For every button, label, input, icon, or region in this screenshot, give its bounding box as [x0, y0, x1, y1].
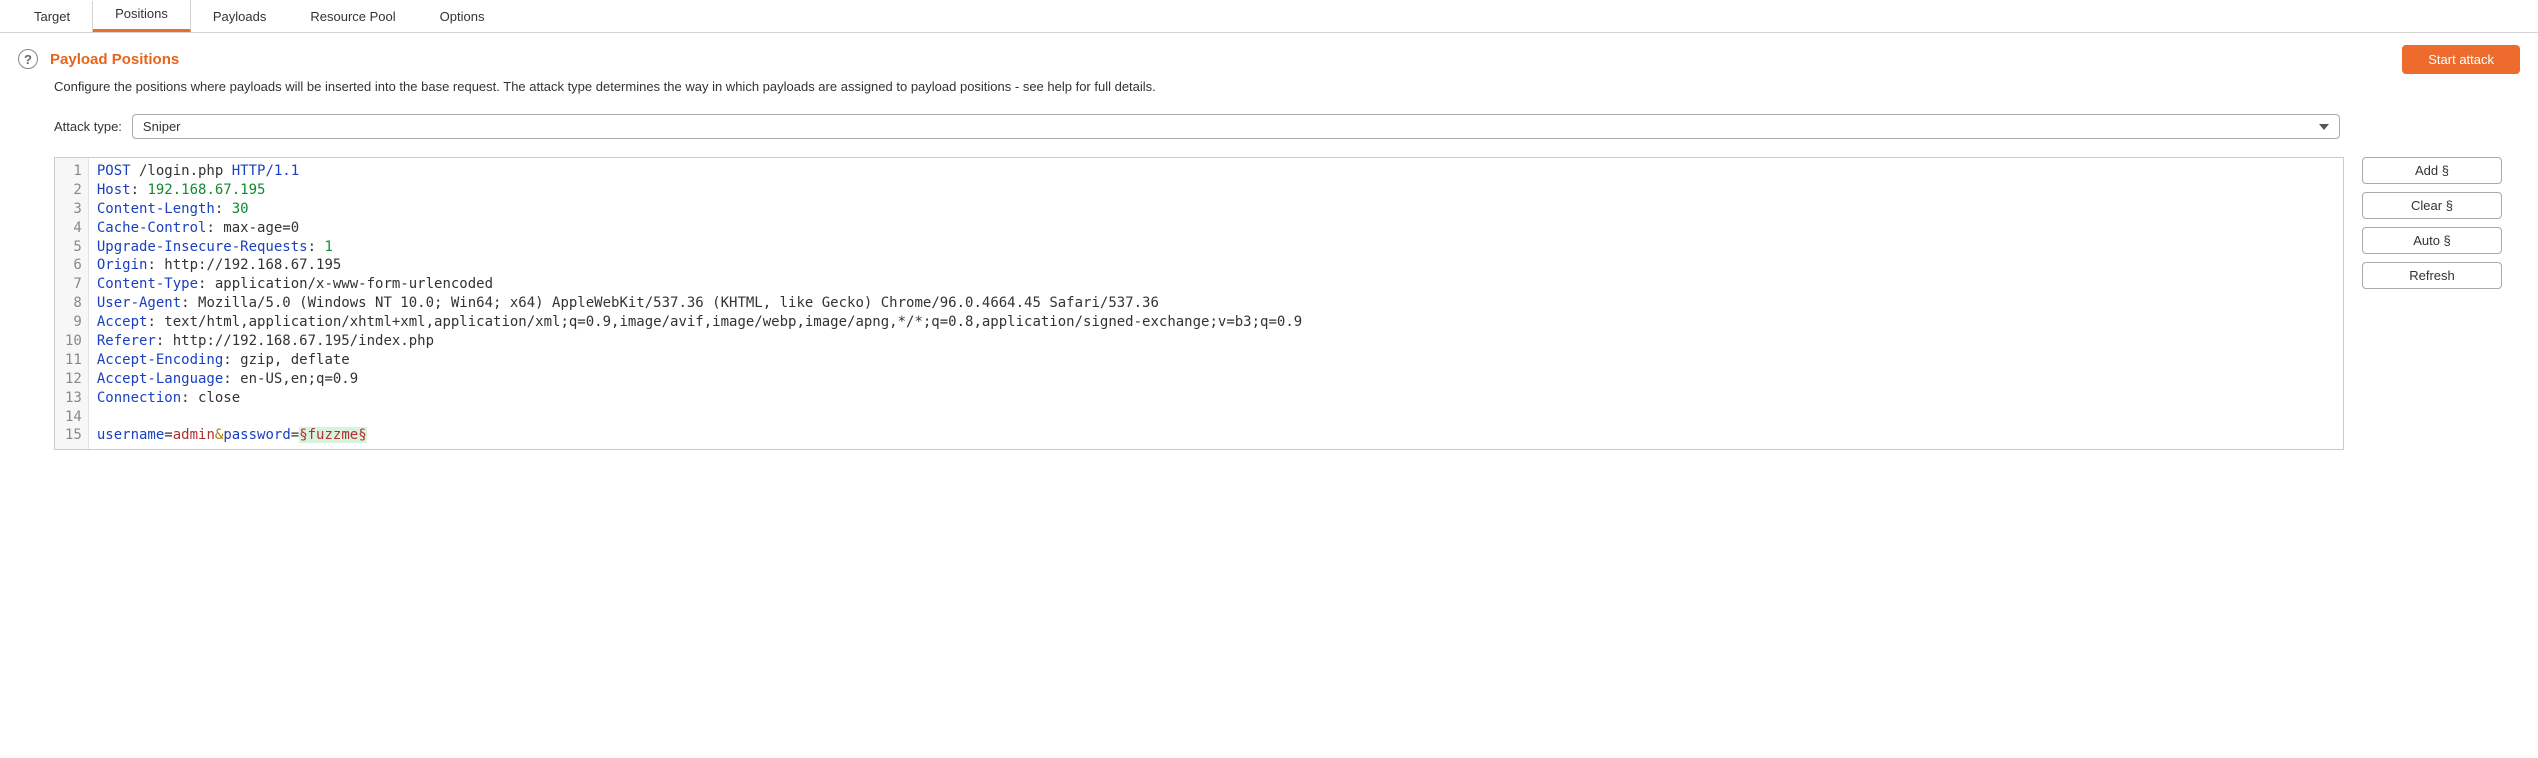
- line-gutter: 1 2 3 4 5 6 7 8 9 10 11 12 13 14 15: [55, 158, 89, 449]
- position-buttons: Add § Clear § Auto § Refresh: [2362, 157, 2502, 289]
- page-title: Payload Positions: [50, 51, 179, 68]
- auto-positions-button[interactable]: Auto §: [2362, 227, 2502, 254]
- help-icon[interactable]: ?: [18, 49, 38, 69]
- section-description: Configure the positions where payloads w…: [54, 79, 2520, 94]
- request-editor[interactable]: 1 2 3 4 5 6 7 8 9 10 11 12 13 14 15 POST…: [54, 157, 2344, 450]
- clear-positions-button[interactable]: Clear §: [2362, 192, 2502, 219]
- tab-resource-pool[interactable]: Resource Pool: [288, 1, 417, 32]
- refresh-button[interactable]: Refresh: [2362, 262, 2502, 289]
- chevron-down-icon: [2319, 124, 2329, 130]
- tab-target[interactable]: Target: [12, 1, 93, 32]
- tab-options[interactable]: Options: [418, 1, 507, 32]
- start-attack-button[interactable]: Start attack: [2402, 45, 2520, 74]
- attack-type-value: Sniper: [143, 119, 181, 134]
- attack-type-label: Attack type:: [54, 119, 122, 134]
- request-code[interactable]: POST /login.php HTTP/1.1 Host: 192.168.6…: [89, 158, 2343, 449]
- add-position-button[interactable]: Add §: [2362, 157, 2502, 184]
- payload-marker[interactable]: §fuzzme§: [299, 427, 366, 443]
- tab-positions[interactable]: Positions: [93, 0, 191, 32]
- tab-payloads[interactable]: Payloads: [191, 1, 288, 32]
- attack-type-select[interactable]: Sniper: [132, 114, 2340, 139]
- intruder-tabs: Target Positions Payloads Resource Pool …: [0, 0, 2538, 33]
